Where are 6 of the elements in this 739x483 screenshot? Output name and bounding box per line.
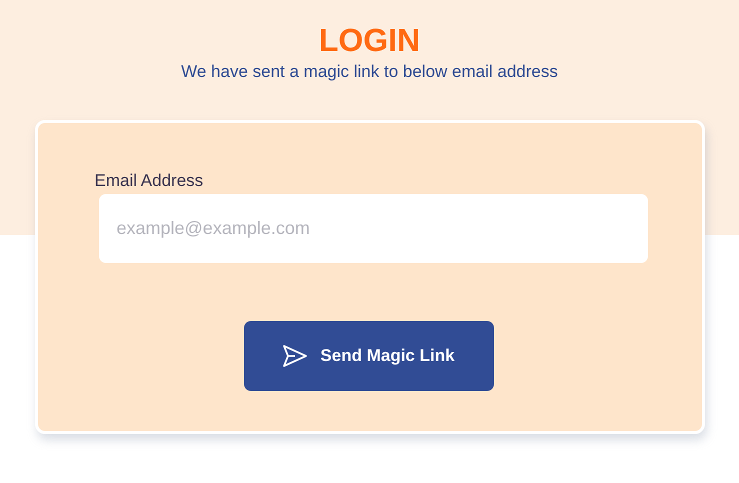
- send-icon: [282, 344, 308, 368]
- email-label: Email Address: [94, 171, 204, 191]
- email-field[interactable]: example@example.com: [98, 194, 648, 263]
- send-magic-link-button[interactable]: Send Magic Link: [244, 321, 494, 391]
- page-subtitle: We have sent a magic link to below email address: [181, 62, 558, 82]
- page-title: LOGIN: [318, 21, 420, 60]
